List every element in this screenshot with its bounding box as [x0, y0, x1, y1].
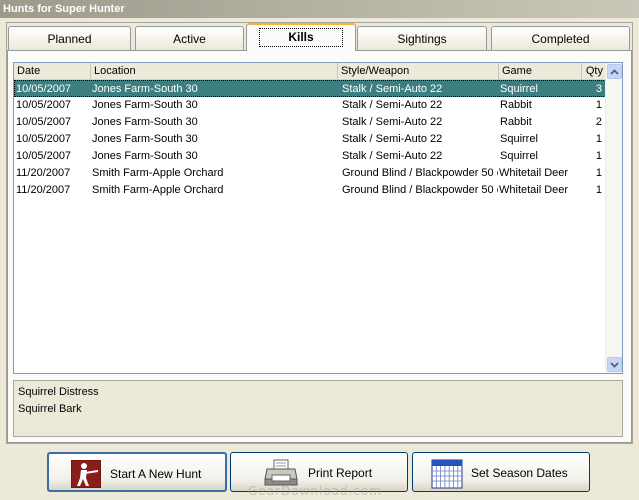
cell-location: Jones Farm-South 30 — [92, 99, 198, 111]
cell-style-weapon: Stalk / Semi-Auto 22 — [342, 133, 443, 145]
notes-box[interactable]: Squirrel Distress Squirrel Bark — [13, 380, 623, 437]
cell-game: Squirrel — [500, 150, 538, 162]
tab-label: Sightings — [397, 32, 447, 46]
col-header-style-weapon[interactable]: Style/Weapon — [337, 63, 498, 80]
cell-location: Jones Farm-South 30 — [92, 83, 198, 95]
printer-icon — [264, 459, 298, 486]
tab-planned[interactable]: Planned — [8, 26, 131, 50]
cell-game: Whitetail Deer — [499, 184, 569, 196]
set-season-dates-label: Set Season Dates — [471, 466, 568, 480]
calendar-icon — [431, 459, 463, 489]
col-header-date[interactable]: Date — [14, 63, 90, 80]
cell-qty: 3 — [595, 83, 602, 95]
cell-style-weapon: Stalk / Semi-Auto 22 — [342, 150, 443, 162]
set-season-dates-button[interactable]: Set Season Dates — [412, 452, 590, 492]
cell-game: Whitetail Deer — [499, 167, 569, 179]
cell-date: 10/05/2007 — [16, 116, 72, 128]
table-row[interactable]: 10/05/2007 Jones Farm-South 30 Stalk / S… — [14, 80, 606, 97]
cell-qty: 1 — [595, 184, 602, 196]
cell-style-weapon: Stalk / Semi-Auto 22 — [342, 99, 443, 111]
chevron-up-icon — [610, 69, 619, 75]
cell-game: Rabbit — [500, 116, 532, 128]
tab-label: Planned — [47, 32, 92, 46]
cell-date: 11/20/2007 — [16, 184, 71, 196]
table-row[interactable]: 11/20/2007 Smith Farm-Apple Orchard Grou… — [14, 165, 606, 182]
scroll-up-button[interactable] — [607, 64, 622, 79]
table-row[interactable]: 10/05/2007 Jones Farm-South 30 Stalk / S… — [14, 97, 606, 114]
table-row[interactable]: 10/05/2007 Jones Farm-South 30 Stalk / S… — [14, 131, 606, 148]
cell-location: Jones Farm-South 30 — [92, 150, 198, 162]
window-title: Hunts for Super Hunter — [0, 0, 639, 18]
cell-style-weapon: Ground Blind / Blackpowder 50 c — [342, 167, 498, 179]
cell-qty: 1 — [595, 167, 602, 179]
cell-game: Rabbit — [500, 99, 532, 111]
start-new-hunt-label: Start A New Hunt — [110, 467, 202, 481]
start-new-hunt-button[interactable]: Start A New Hunt — [47, 452, 227, 492]
table-header: Date Location Style/Weapon Game Qty — [14, 63, 606, 80]
cell-style-weapon: Ground Blind / Blackpowder 50 c — [342, 184, 498, 196]
cell-location: Smith Farm-Apple Orchard — [92, 184, 224, 196]
watermark: GearDownload.com — [248, 484, 383, 498]
print-report-label: Print Report — [308, 466, 373, 480]
col-header-location[interactable]: Location — [90, 63, 337, 80]
cell-game: Squirrel — [500, 83, 538, 95]
col-header-qty[interactable]: Qty — [581, 63, 606, 80]
tab-active[interactable]: Active — [135, 26, 244, 50]
chevron-down-icon — [610, 362, 619, 368]
cell-date: 10/05/2007 — [16, 133, 72, 145]
table-row[interactable]: 11/20/2007 Smith Farm-Apple Orchard Grou… — [14, 182, 606, 199]
tab-label: Completed — [531, 32, 590, 46]
cell-location: Jones Farm-South 30 — [92, 133, 198, 145]
tab-completed[interactable]: Completed — [491, 26, 630, 50]
cell-qty: 1 — [595, 99, 602, 111]
tab-label: Kills — [259, 28, 343, 47]
kills-table[interactable]: Date Location Style/Weapon Game Qty 10/0… — [13, 62, 623, 374]
cell-location: Smith Farm-Apple Orchard — [92, 167, 224, 179]
scroll-down-button[interactable] — [607, 357, 622, 372]
cell-date: 10/05/2007 — [16, 150, 72, 162]
cell-style-weapon: Stalk / Semi-Auto 22 — [342, 116, 443, 128]
cell-date: 10/05/2007 — [16, 99, 72, 111]
cell-date: 10/05/2007 — [16, 83, 72, 95]
tab-sightings[interactable]: Sightings — [357, 26, 487, 50]
cell-qty: 1 — [595, 133, 602, 145]
table-row[interactable]: 10/05/2007 Jones Farm-South 30 Stalk / S… — [14, 114, 606, 131]
cell-game: Squirrel — [500, 133, 538, 145]
hunter-icon — [71, 460, 101, 488]
cell-date: 11/20/2007 — [16, 167, 71, 179]
col-header-game[interactable]: Game — [498, 63, 581, 80]
note-line: Squirrel Bark — [18, 403, 82, 415]
note-line: Squirrel Distress — [18, 386, 99, 398]
tab-kills[interactable]: Kills — [246, 23, 356, 51]
cell-qty: 2 — [595, 116, 602, 128]
cell-location: Jones Farm-South 30 — [92, 116, 198, 128]
cell-qty: 1 — [595, 150, 602, 162]
vertical-scrollbar[interactable] — [605, 63, 622, 373]
table-row[interactable]: 10/05/2007 Jones Farm-South 30 Stalk / S… — [14, 148, 606, 165]
tab-label: Active — [173, 32, 206, 46]
cell-style-weapon: Stalk / Semi-Auto 22 — [342, 83, 443, 95]
